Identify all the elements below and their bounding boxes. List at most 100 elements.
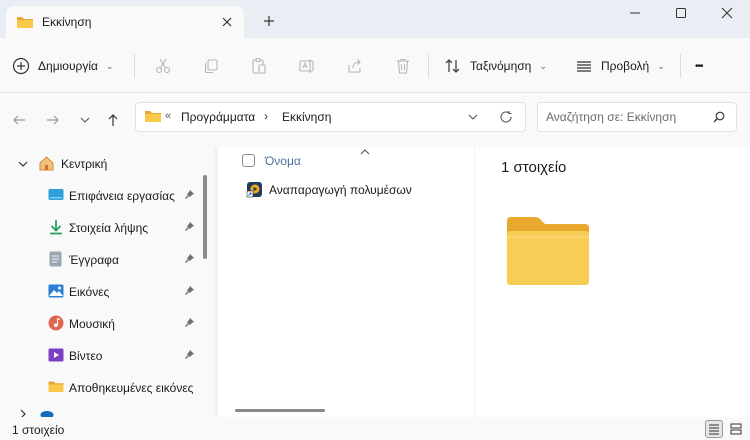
new-button[interactable]: Δημιουργία ⌄ bbox=[12, 54, 113, 78]
navigation-pane: Κεντρική Επιφάνεια εργασίας Στοιχεία λήψ… bbox=[0, 147, 214, 417]
copy-icon bbox=[204, 59, 218, 74]
large-folder-icon bbox=[505, 215, 591, 287]
share-button[interactable] bbox=[345, 56, 365, 76]
sort-label: Ταξινόμηση bbox=[470, 59, 532, 73]
pin-icon[interactable] bbox=[184, 349, 195, 360]
view-button[interactable]: Προβολή ⌄ bbox=[575, 56, 665, 76]
pin-icon[interactable] bbox=[184, 189, 195, 200]
delete-button[interactable] bbox=[393, 56, 413, 76]
close-window-button[interactable] bbox=[704, 0, 750, 26]
tab-active[interactable]: Εκκίνηση bbox=[6, 6, 244, 38]
sidebar-item-home[interactable]: Κεντρική bbox=[0, 149, 205, 177]
sidebar-item-label: Στοιχεία λήψης bbox=[69, 221, 149, 235]
sidebar-item-label: Εικόνες bbox=[69, 285, 110, 299]
video-icon bbox=[48, 348, 64, 362]
details-view-icon bbox=[709, 424, 719, 435]
pin-icon[interactable] bbox=[184, 253, 195, 264]
minimize-button[interactable] bbox=[612, 0, 658, 26]
address-history-chevron-icon[interactable] bbox=[468, 112, 478, 122]
folder-icon bbox=[144, 109, 162, 123]
tab-title: Εκκίνηση bbox=[42, 15, 92, 29]
download-icon bbox=[48, 219, 64, 235]
arrow-left-icon bbox=[13, 115, 25, 125]
chevron-down-icon: ⌄ bbox=[105, 60, 114, 71]
copy-button[interactable] bbox=[201, 56, 221, 76]
command-bar: Δημιουργία ⌄ Ταξινόμηση ⌄ Προβολή ⌄ ••• bbox=[0, 38, 750, 93]
sort-ascending-icon bbox=[360, 147, 370, 157]
sidebar-item-label: Αποθηκευμένες εικόνες bbox=[69, 381, 194, 395]
chevron-down-icon: ⌄ bbox=[657, 60, 665, 71]
search-input[interactable] bbox=[546, 110, 706, 124]
list-item[interactable]: Αναπαραγωγή πολυμέσων bbox=[246, 181, 412, 198]
sidebar-item-pictures[interactable]: Εικόνες bbox=[0, 277, 205, 305]
recent-locations-button[interactable] bbox=[76, 111, 94, 129]
back-button[interactable] bbox=[10, 111, 28, 129]
media-player-shortcut-icon bbox=[246, 181, 263, 198]
new-tab-icon[interactable] bbox=[262, 14, 276, 28]
share-icon bbox=[348, 59, 361, 73]
chevron-down-icon[interactable] bbox=[18, 159, 28, 169]
address-bar[interactable]: « Προγράμματα › Εκκίνηση bbox=[135, 102, 526, 132]
paste-button[interactable] bbox=[249, 56, 269, 76]
breadcrumb-programs[interactable]: Προγράμματα bbox=[181, 110, 255, 124]
onedrive-icon bbox=[38, 407, 54, 417]
sidebar-item-label: Βίντεο bbox=[69, 349, 103, 363]
more-icon: ••• bbox=[695, 60, 703, 72]
search-icon[interactable] bbox=[713, 111, 725, 123]
sidebar-item-documents[interactable]: Έγγραφα bbox=[0, 245, 205, 273]
forward-button[interactable] bbox=[44, 111, 62, 129]
maximize-button[interactable] bbox=[658, 0, 704, 26]
chevron-down-icon: ⌄ bbox=[539, 60, 547, 71]
rename-button[interactable] bbox=[297, 56, 317, 76]
breadcrumb-separator: › bbox=[264, 109, 268, 123]
folder-icon bbox=[16, 15, 34, 29]
sidebar-item-music[interactable]: Μουσική bbox=[0, 309, 205, 337]
sidebar-scrollbar-thumb[interactable] bbox=[203, 175, 207, 259]
home-icon bbox=[38, 155, 55, 171]
separator bbox=[680, 54, 681, 78]
sort-button[interactable]: Ταξινόμηση ⌄ bbox=[444, 56, 547, 76]
chevron-right-icon[interactable] bbox=[18, 409, 28, 417]
tiles-view-button[interactable] bbox=[727, 420, 745, 438]
paste-icon bbox=[252, 57, 266, 74]
sidebar-item-label: Επιφάνεια εργασίας bbox=[69, 189, 175, 203]
details-view-button[interactable] bbox=[705, 420, 723, 438]
refresh-icon[interactable] bbox=[499, 110, 513, 124]
navigation-row: « Προγράμματα › Εκκίνηση bbox=[0, 93, 750, 147]
pin-icon[interactable] bbox=[184, 285, 195, 296]
up-button[interactable] bbox=[104, 111, 122, 129]
tiles-view-icon bbox=[730, 423, 742, 435]
separator bbox=[134, 54, 135, 78]
breadcrumb-startup[interactable]: Εκκίνηση bbox=[282, 110, 331, 124]
file-name: Αναπαραγωγή πολυμέσων bbox=[269, 182, 412, 197]
search-box[interactable] bbox=[537, 102, 737, 132]
arrow-right-icon bbox=[47, 115, 59, 125]
select-all-checkbox[interactable] bbox=[242, 154, 255, 167]
breadcrumb-overflow[interactable]: « bbox=[165, 110, 171, 122]
status-item-count: 1 στοιχείο bbox=[12, 423, 65, 437]
cut-button[interactable] bbox=[153, 56, 173, 76]
sort-icon bbox=[444, 57, 462, 75]
horizontal-scrollbar-thumb[interactable] bbox=[235, 409, 325, 412]
sidebar-item-downloads[interactable]: Στοιχεία λήψης bbox=[0, 213, 205, 241]
sidebar-item-label: Έγγραφα bbox=[69, 253, 119, 267]
pin-icon[interactable] bbox=[184, 221, 195, 232]
close-tab-icon[interactable] bbox=[220, 15, 234, 29]
sidebar-item-video[interactable]: Βίντεο bbox=[0, 341, 205, 369]
new-button-label: Δημιουργία bbox=[38, 59, 98, 73]
sidebar-item-clipped[interactable] bbox=[0, 407, 205, 417]
sidebar-item-label: Μουσική bbox=[69, 317, 115, 331]
pictures-icon bbox=[48, 284, 64, 298]
sidebar-item-saved-pictures[interactable]: Αποθηκευμένες εικόνες bbox=[0, 373, 205, 401]
sidebar-item-desktop[interactable]: Επιφάνεια εργασίας bbox=[0, 181, 205, 209]
more-options-button[interactable]: ••• bbox=[695, 56, 703, 76]
details-pane: 1 στοιχείο bbox=[475, 147, 750, 417]
column-header-name[interactable]: Όνομα bbox=[265, 154, 301, 168]
status-bar: 1 στοιχείο bbox=[0, 417, 750, 440]
separator bbox=[428, 54, 429, 78]
folder-icon bbox=[48, 380, 64, 393]
view-lines-icon bbox=[575, 57, 593, 75]
arrow-up-icon bbox=[108, 114, 118, 126]
chevron-down-icon bbox=[80, 117, 90, 123]
pin-icon[interactable] bbox=[184, 317, 195, 328]
